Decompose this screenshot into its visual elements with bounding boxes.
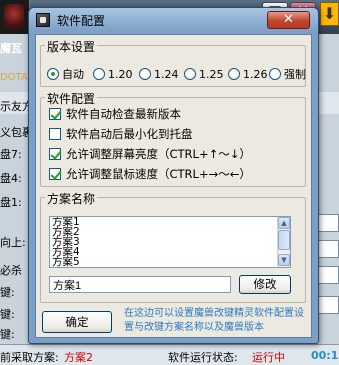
scroll-up-icon[interactable]: ▲	[278, 217, 290, 229]
version-radio-label: 1.26	[243, 67, 268, 81]
version-radio-1-25[interactable]: 1.25	[184, 66, 224, 82]
checkbox-checked-icon	[49, 108, 61, 120]
radio-icon	[139, 68, 151, 80]
status-state-label: 软件运行状态:	[168, 351, 238, 364]
dialog-titlebar[interactable]: 软件配置 ✕	[29, 8, 318, 32]
scheme-name-legend: 方案名称	[45, 190, 98, 207]
background-label: 示友方	[0, 100, 30, 113]
background-label: 键:	[0, 328, 15, 341]
version-radio-auto[interactable]: 自动	[47, 66, 84, 82]
status-scheme-value: 方案2	[64, 351, 93, 364]
version-radio-label: 强制	[284, 68, 306, 81]
background-label: 键:	[0, 308, 15, 321]
checkbox-checked-icon	[49, 168, 61, 180]
checkbox-label: 允许调整鼠标速度（CTRL+→～←）	[66, 167, 251, 181]
auto-check-update-checkbox[interactable]: 软件自动检查最新版本	[49, 106, 181, 122]
checkbox-checked-icon	[49, 148, 61, 160]
background-label: 向上:	[0, 236, 26, 249]
scheme-name-group: 方案名称 方案1 方案2 方案3 方案4 方案5 ▲ ▼ 修改	[40, 190, 306, 303]
checkbox-label: 允许调整屏幕亮度（CTRL+↑～↓）	[66, 147, 251, 161]
version-settings-legend: 版本设置	[45, 38, 98, 55]
background-label: 义包裹	[0, 126, 30, 139]
background-label: 盘4:	[0, 172, 22, 185]
list-item[interactable]: 方案2	[50, 227, 290, 238]
version-radio-1-20[interactable]: 1.20	[93, 66, 133, 82]
scroll-thumb[interactable]	[278, 230, 290, 250]
status-bar: 前采取方案: 方案2 软件运行状态: 运行中 00:16	[0, 344, 339, 365]
dialog-body: 版本设置 自动 1.20 1.24 1.25 1.26 强制 软件配置 软件自动…	[35, 34, 312, 338]
version-radio-1-24[interactable]: 1.24	[139, 66, 179, 82]
version-radio-label: 自动	[62, 68, 84, 81]
checkbox-label: 软件自动检查最新版本	[66, 107, 181, 121]
version-radio-label: 1.24	[154, 67, 179, 81]
scheme-list-scrollbar[interactable]: ▲ ▼	[277, 217, 290, 267]
status-scheme-label: 前采取方案:	[0, 351, 59, 364]
background-title-fragment: 魔瓦	[0, 42, 22, 54]
dialog-hint-text: 在这边可以设置魔兽改键精灵软件配置设置与改键方案名称以及魔兽版本	[124, 308, 304, 333]
software-config-dialog: 软件配置 ✕ 版本设置 自动 1.20 1.24 1.25 1.26 强制 软件…	[28, 7, 319, 344]
list-item[interactable]: 方案5	[50, 257, 290, 267]
radio-icon	[269, 68, 281, 80]
background-label: 盘1:	[0, 196, 22, 209]
radio-icon	[184, 68, 196, 80]
status-timer: 00:16	[311, 349, 339, 362]
version-radio-1-26[interactable]: 1.26	[228, 66, 268, 82]
minimize-to-tray-checkbox[interactable]: 软件启动后最小化到托盘	[49, 126, 193, 142]
background-label: 键:	[0, 286, 15, 299]
software-config-group: 软件配置 软件自动检查最新版本 软件启动后最小化到托盘 允许调整屏幕亮度（CTR…	[40, 90, 306, 187]
list-item[interactable]: 方案1	[50, 217, 290, 227]
app-logo-icon	[0, 0, 30, 34]
radio-selected-icon	[47, 68, 59, 80]
app-window-icon	[36, 13, 50, 27]
version-radio-label: 1.20	[108, 67, 133, 81]
scheme-name-input[interactable]	[49, 276, 231, 293]
modify-button[interactable]: 修改	[239, 275, 291, 294]
background-dota-label: DOTA图	[0, 72, 30, 83]
background-label: 必杀（	[0, 264, 30, 277]
mouse-speed-checkbox[interactable]: 允许调整鼠标速度（CTRL+→～←）	[49, 166, 251, 182]
radio-icon	[93, 68, 105, 80]
list-item[interactable]: 方案4	[50, 247, 290, 258]
confirm-button[interactable]: 确定	[42, 311, 112, 333]
scroll-down-icon[interactable]: ▼	[278, 254, 290, 266]
background-label: 盘7:	[0, 148, 22, 161]
dialog-title: 软件配置	[57, 14, 106, 28]
radio-icon	[228, 68, 240, 80]
download-arrow-icon[interactable]: ⬇	[320, 2, 339, 26]
software-config-legend: 软件配置	[45, 90, 98, 107]
screen-brightness-checkbox[interactable]: 允许调整屏幕亮度（CTRL+↑～↓）	[49, 146, 251, 162]
status-state-value: 运行中	[252, 351, 285, 364]
list-item[interactable]: 方案3	[50, 237, 290, 248]
checkbox-label: 软件启动后最小化到托盘	[66, 127, 193, 141]
version-radio-force[interactable]: 强制	[269, 66, 306, 82]
version-settings-group: 版本设置 自动 1.20 1.24 1.25 1.26 强制	[40, 38, 306, 87]
scheme-listbox[interactable]: 方案1 方案2 方案3 方案4 方案5 ▲ ▼	[49, 216, 291, 268]
checkbox-icon	[49, 128, 61, 140]
version-radio-label: 1.25	[199, 67, 224, 81]
dialog-close-button[interactable]: ✕	[267, 11, 310, 29]
